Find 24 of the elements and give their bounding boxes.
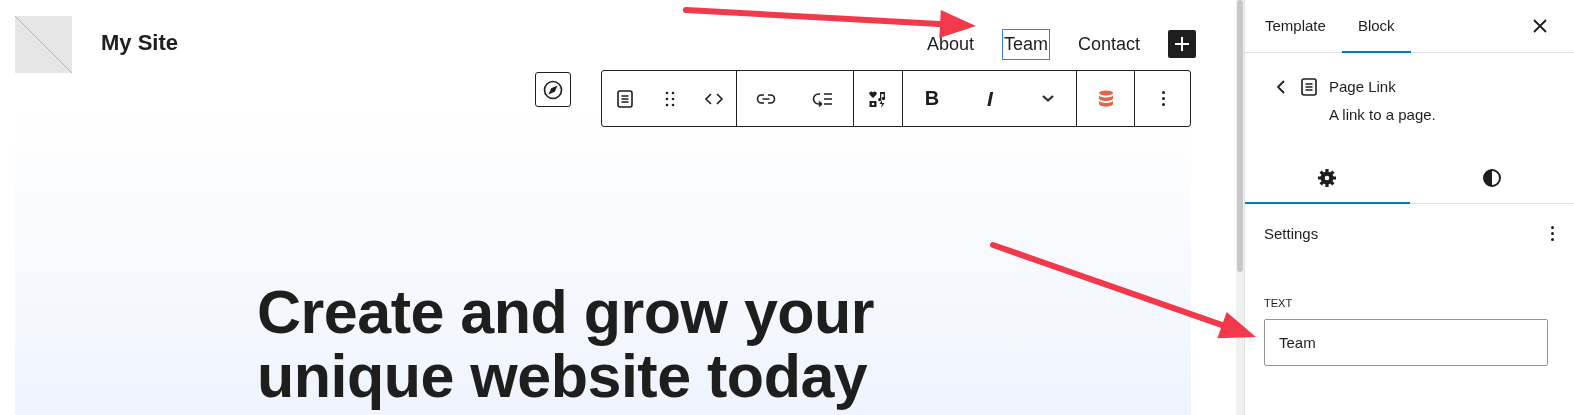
site-title[interactable]: My Site	[101, 30, 179, 56]
sidebar-tab[interactable]: Template	[1249, 0, 1342, 53]
block-name: Page Link	[1329, 78, 1397, 95]
plus-icon	[1175, 37, 1189, 51]
compass-button[interactable]	[535, 72, 571, 107]
chevron-down-icon	[1041, 95, 1054, 102]
block-description: A link to a page.	[1329, 106, 1436, 123]
more-options-icon	[1551, 225, 1554, 241]
nav-link[interactable]: Team	[1001, 28, 1050, 60]
field-label: TEXT	[1264, 297, 1294, 309]
scrollbar[interactable]	[1236, 0, 1244, 415]
text-field[interactable]: Team	[1264, 319, 1548, 366]
chevron-left-icon	[1277, 80, 1285, 94]
add-block-button[interactable]	[1168, 30, 1196, 58]
italic-button[interactable]: I	[961, 71, 1019, 126]
section-title: Settings	[1264, 224, 1319, 242]
options-button[interactable]	[1551, 225, 1554, 241]
nav-link[interactable]: About	[924, 28, 976, 60]
hero-heading: Create and grow your unique website today	[257, 280, 876, 408]
more-options-icon	[1162, 91, 1165, 106]
logo-placeholder-icon	[15, 15, 72, 73]
bold-button[interactable]: B	[903, 71, 961, 126]
nav-link[interactable]: Contact	[1075, 28, 1142, 60]
sidebar-tab[interactable]: Block	[1341, 0, 1411, 53]
